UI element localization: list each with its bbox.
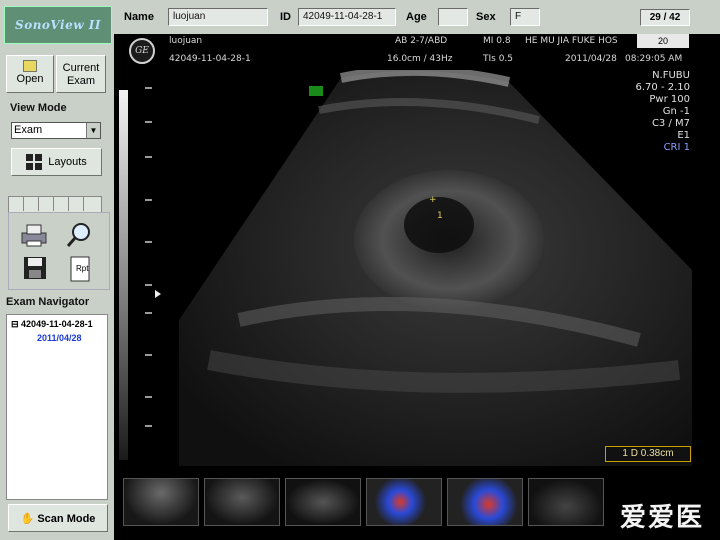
navigator-study-item[interactable]: ⊟ 42049-11-04-28-1 bbox=[11, 319, 93, 330]
magnifier-icon[interactable] bbox=[65, 221, 95, 249]
navigator-study-id: 42049-11-04-28-1 bbox=[21, 319, 93, 329]
exam-navigator-label: Exam Navigator bbox=[6, 296, 90, 308]
open-button[interactable]: Open bbox=[6, 55, 54, 93]
ultrasound-scan: + 1 bbox=[145, 70, 692, 466]
param-range: 6.70 - 2.10 bbox=[635, 82, 691, 93]
chevron-down-icon[interactable]: ▼ bbox=[86, 123, 100, 138]
sex-field[interactable]: F bbox=[510, 8, 540, 26]
param-gain: Gn -1 bbox=[662, 106, 690, 117]
name-field[interactable]: luojuan bbox=[168, 8, 268, 26]
id-field[interactable]: 42049-11-04-28-1 bbox=[298, 8, 396, 26]
header-study-id: 42049-11-04-28-1 bbox=[169, 54, 251, 64]
param-power: Pwr 100 bbox=[649, 94, 690, 105]
thumbnail-strip bbox=[119, 474, 692, 530]
layouts-label: Layouts bbox=[48, 156, 87, 168]
param-e: E1 bbox=[677, 130, 690, 141]
focus-marker bbox=[155, 290, 161, 298]
param-cri: CRI 1 bbox=[663, 142, 690, 153]
exam-navigator[interactable]: ⊟ 42049-11-04-28-1 2011/04/28 bbox=[6, 314, 108, 500]
sex-label: Sex bbox=[476, 11, 496, 23]
scan-mode-icon: ✋ bbox=[20, 513, 35, 525]
layout-grid-icon bbox=[26, 154, 43, 171]
image-header: GE luojuan 42049-11-04-28-1 AB 2-7/ABD 1… bbox=[119, 34, 692, 70]
svg-text:+: + bbox=[429, 195, 437, 205]
watermark: 爱爱医 bbox=[620, 503, 705, 533]
thumbnail-5-doppler[interactable] bbox=[447, 478, 523, 526]
scan-mode-label: Scan Mode bbox=[37, 513, 96, 525]
left-panel: SonoView II Open Current Exam View Mode … bbox=[0, 0, 114, 540]
grayscale-bar bbox=[119, 90, 128, 460]
patient-info-bar: Name luojuan ID 42049-11-04-28-1 Age Sex… bbox=[114, 0, 720, 34]
layouts-button[interactable]: Layouts bbox=[11, 148, 102, 176]
folder-icon bbox=[23, 60, 37, 72]
scan-mode-button[interactable]: ✋ Scan Mode bbox=[8, 504, 108, 532]
view-mode-label: View Mode bbox=[10, 102, 67, 114]
header-institution: HE MU JIA FUKE HOS bbox=[525, 36, 618, 46]
tool-palette: Rpt bbox=[8, 212, 110, 290]
ge-logo: GE bbox=[129, 38, 155, 64]
page-counter: 29 / 42 bbox=[640, 9, 690, 26]
ultrasound-image[interactable]: + 1 N.FUBU 6.70 - 2.10 Pwr 100 Gn -1 C3 … bbox=[119, 70, 692, 466]
view-mode-select[interactable]: Exam ▼ bbox=[11, 122, 101, 139]
navigator-date-item[interactable]: 2011/04/28 bbox=[37, 333, 82, 343]
view-mode-value: Exam bbox=[14, 124, 43, 136]
current-exam-button[interactable]: Current Exam bbox=[56, 55, 106, 93]
report-icon[interactable]: Rpt bbox=[65, 255, 95, 283]
id-label: ID bbox=[280, 11, 291, 23]
measurement-result: 1 D 0.38cm bbox=[605, 446, 691, 462]
age-label: Age bbox=[406, 11, 427, 23]
param-map: C3 / M7 bbox=[651, 118, 690, 129]
save-disk-icon[interactable] bbox=[21, 255, 51, 283]
name-label: Name bbox=[124, 11, 154, 23]
header-date: 2011/04/28 bbox=[565, 54, 617, 64]
svg-text:1: 1 bbox=[437, 211, 443, 221]
param-preset: N.FUBU bbox=[652, 70, 690, 81]
header-depth-freq: 16.0cm / 43Hz bbox=[387, 54, 453, 64]
header-probe: AB 2-7/ABD bbox=[395, 36, 448, 46]
header-time: 08:29:05 AM bbox=[625, 54, 683, 64]
thumbnail-6[interactable] bbox=[528, 478, 604, 526]
thumbnail-2[interactable] bbox=[204, 478, 280, 526]
header-patient: luojuan bbox=[169, 36, 203, 46]
open-label: Open bbox=[16, 73, 44, 85]
right-border bbox=[692, 34, 720, 540]
app-logo: SonoView II bbox=[4, 6, 112, 44]
header-tis: TIs 0.5 bbox=[483, 54, 514, 64]
frame-number: 20 bbox=[637, 34, 689, 48]
thumbnail-4-doppler[interactable] bbox=[366, 478, 442, 526]
thumbnail-3[interactable] bbox=[285, 478, 361, 526]
scan-parameters: N.FUBU 6.70 - 2.10 Pwr 100 Gn -1 C3 / M7… bbox=[636, 70, 691, 154]
print-icon[interactable] bbox=[19, 221, 49, 249]
header-mi: MI 0.8 bbox=[483, 36, 511, 46]
age-field[interactable] bbox=[438, 8, 468, 26]
thumbnail-1[interactable] bbox=[123, 478, 199, 526]
report-icon-text: Rpt bbox=[76, 264, 89, 273]
probe-orientation-marker bbox=[309, 86, 323, 96]
